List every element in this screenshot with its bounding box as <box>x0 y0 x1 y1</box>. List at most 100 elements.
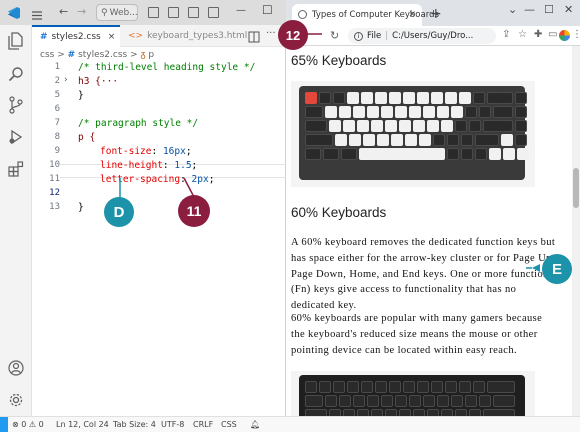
symbol-icon: ᵹ <box>140 50 146 60</box>
line-number: 11 <box>49 174 60 184</box>
breadcrumb-symbol[interactable]: p <box>148 50 154 60</box>
back-arrow-icon[interactable]: ← <box>59 5 68 18</box>
browser-menu-icon[interactable]: ⋮ <box>572 29 580 40</box>
run-debug-icon[interactable] <box>7 128 25 146</box>
address-separator: | <box>385 31 389 41</box>
code-line: line-height: 1.5; <box>100 160 198 171</box>
toggle-panel-icon[interactable] <box>168 7 179 18</box>
address-bar[interactable]: i File | C:/Users/Guy/Dro... <box>348 28 496 44</box>
search-view-icon[interactable] <box>7 65 25 83</box>
breadcrumb-separator: > <box>130 50 141 60</box>
extensions-puzzle-icon[interactable]: ✚ <box>534 29 542 40</box>
css-property: font-size <box>100 146 152 157</box>
side-panel-icon[interactable]: ▭ <box>548 29 557 40</box>
fold-chevron-icon[interactable]: › <box>64 75 68 85</box>
bookmark-star-icon[interactable]: ☆ <box>518 29 527 40</box>
tab-search-icon[interactable]: ⌄ <box>508 3 517 16</box>
minimize-icon[interactable]: — <box>524 3 535 16</box>
close-tab-icon[interactable]: ✕ <box>408 10 416 20</box>
css-value: 2px <box>191 174 209 185</box>
browser-toolbar: ↻ i File | C:/Users/Guy/Dro... ⇪ ☆ ✚ ▭ ⋮ <box>286 26 580 46</box>
close-icon[interactable]: ✕ <box>564 3 573 16</box>
vscode-titlebar: ← → ⚲ Web... — ☐ <box>0 0 286 25</box>
file-encoding[interactable]: UTF-8 <box>161 420 184 429</box>
more-actions-icon[interactable]: ··· <box>266 28 276 39</box>
paragraph-60-gamers: 60% keyboards are popular with many game… <box>291 313 543 356</box>
vscode-statusbar: ⊗ 0 ⚠ 0 Ln 12, Col 24 Tab Size: 4 UTF-8 … <box>0 416 580 432</box>
scrollbar-thumb[interactable] <box>573 168 579 208</box>
language-mode[interactable]: CSS <box>221 420 237 429</box>
line-number: 10 <box>49 160 60 170</box>
breadcrumb-separator: > <box>57 50 68 60</box>
explorer-icon[interactable] <box>7 32 25 50</box>
line-number: 6 <box>54 104 60 114</box>
remote-indicator[interactable] <box>0 417 8 432</box>
scheme-label: File <box>367 31 382 41</box>
profile-avatar[interactable] <box>559 30 570 41</box>
split-editor-icon[interactable] <box>248 28 260 47</box>
keyboard-body <box>299 375 525 416</box>
problems-count[interactable]: ⊗ 0 ⚠ 0 <box>12 420 44 429</box>
code-line: font-size: 16px; <box>100 146 192 157</box>
line-number: 2 <box>54 76 60 86</box>
breadcrumb: css > # styles2.css > ᵹ p <box>40 49 154 63</box>
menu-icon[interactable] <box>31 6 43 25</box>
command-search[interactable]: ⚲ Web... <box>96 4 138 21</box>
key-row <box>305 106 527 118</box>
extensions-icon[interactable] <box>7 160 25 178</box>
code-line: p { <box>78 132 96 143</box>
tab-keyboard-types3-html[interactable]: <> keyboard_types3.html <box>120 25 264 47</box>
callout-d-badge: D <box>104 197 134 227</box>
reload-icon[interactable]: ↻ <box>330 29 339 42</box>
page-scrollbar[interactable] <box>572 46 580 416</box>
minimize-icon[interactable]: — <box>236 5 246 16</box>
keyboard-65-image <box>291 81 535 187</box>
maximize-icon[interactable]: ☐ <box>544 3 554 16</box>
key-row <box>305 148 529 160</box>
info-icon: i <box>354 31 363 41</box>
account-icon[interactable] <box>7 359 25 377</box>
url-text: C:/Users/Guy/Dro... <box>392 31 474 41</box>
maximize-icon[interactable]: ☐ <box>262 3 273 17</box>
tab-styles2-css[interactable]: # styles2.css × <box>32 25 120 47</box>
customize-layout-icon[interactable] <box>208 7 219 18</box>
activity-bar <box>0 25 32 416</box>
end-of-line[interactable]: CRLF <box>193 420 213 429</box>
forward-arrow-icon[interactable]: → <box>77 5 86 18</box>
globe-icon <box>298 10 307 19</box>
web-page: 65% Keyboards 60% Keyboards A 60% keyboa… <box>286 46 572 416</box>
toggle-secondary-sidebar-icon[interactable] <box>188 7 199 18</box>
code-line: /* third-level heading style */ <box>78 62 256 73</box>
settings-gear-icon[interactable] <box>7 391 25 409</box>
breadcrumb-file[interactable]: styles2.css <box>78 50 127 60</box>
browser-tab[interactable]: Types of Computer Keyboards ✕ <box>292 4 439 26</box>
toggle-sidebar-icon[interactable] <box>148 7 159 18</box>
editor-tabs: # styles2.css × <> keyboard_types3.html … <box>32 25 286 47</box>
line-number: 8 <box>54 132 60 142</box>
browser-tabstrip: Types of Computer Keyboards ✕ + ⌄ — ☐ ✕ <box>286 0 580 26</box>
key-row <box>305 381 515 393</box>
new-tab-icon[interactable]: + <box>430 6 442 22</box>
heading-60-keyboards: 60% Keyboards <box>291 205 387 220</box>
notifications-bell-icon[interactable]: 🔔︎ <box>250 420 260 429</box>
line-number: 9 <box>54 146 60 156</box>
cursor-position[interactable]: Ln 12, Col 24 <box>56 420 109 429</box>
vscode-logo-icon <box>7 5 21 24</box>
paragraph-60-description: A 60% keyboard removes the dedicated fun… <box>291 237 556 312</box>
search-icon: ⚲ <box>101 7 108 18</box>
close-tab-icon[interactable]: × <box>108 32 116 42</box>
share-icon[interactable]: ⇪ <box>502 29 510 40</box>
key-row <box>305 120 527 132</box>
heading-65-keyboards: 65% Keyboards <box>291 53 387 68</box>
code-line: /* paragraph style */ <box>78 118 199 129</box>
line-number: 12 <box>49 188 60 198</box>
source-control-icon[interactable] <box>7 96 25 114</box>
callout-12-badge: 12 <box>278 20 308 50</box>
callout-e-badge: E <box>542 254 572 284</box>
breadcrumb-folder[interactable]: css <box>40 50 54 60</box>
code-line: letter-spacing: 2px; <box>100 174 215 185</box>
code-line: h3 {··· <box>78 76 119 87</box>
key-row <box>305 409 515 416</box>
tab-size[interactable]: Tab Size: 4 <box>113 420 156 429</box>
command-search-text: Web... <box>109 7 138 18</box>
